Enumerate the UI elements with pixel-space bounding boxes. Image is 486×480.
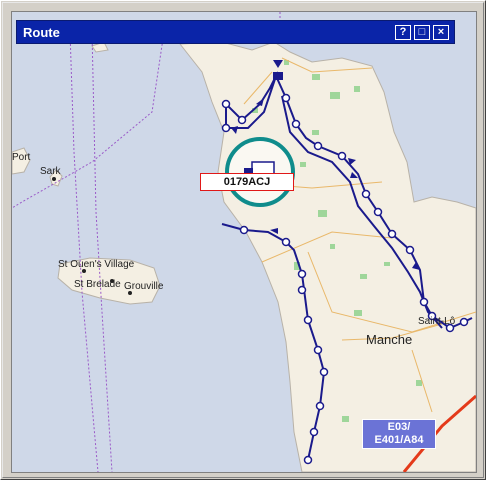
region-manche: Manche [366, 332, 412, 347]
close-button[interactable]: × [433, 24, 449, 40]
place-st-ouens-dot [82, 269, 86, 273]
place-saint-lo: Saint-Lô [418, 316, 456, 327]
vehicle-label[interactable]: 0179ACJ [200, 173, 294, 191]
place-st-ouens-village: St Ouen's Village [58, 259, 135, 270]
place-st-brelade: St Brelade [74, 279, 121, 290]
islet [91, 41, 109, 53]
map-view[interactable]: Port Sark St Ouen's Village St Brelade G… [11, 11, 477, 473]
place-sark: Sark [40, 166, 62, 177]
road-shield-line2: E401/A84 [374, 434, 424, 446]
place-port: Port [12, 152, 31, 163]
place-grouville-dot [128, 291, 132, 295]
map-canvas[interactable]: Port Sark St Ouen's Village St Brelade G… [12, 12, 476, 472]
window-titlebar[interactable]: Route ? □ × [17, 21, 454, 43]
place-sark-dot [52, 177, 56, 181]
window-title: Route [23, 24, 60, 40]
place-st-brelade-dot [110, 279, 114, 283]
place-grouville: Grouville [124, 281, 164, 292]
start-marker-box [273, 72, 283, 80]
help-button[interactable]: ? [395, 24, 411, 40]
maximize-button[interactable]: □ [414, 24, 430, 40]
road-shield: E03/ E401/A84 [362, 419, 436, 449]
route-window: Port Sark St Ouen's Village St Brelade G… [0, 0, 486, 480]
road-shield-line1: E03/ [387, 421, 411, 433]
